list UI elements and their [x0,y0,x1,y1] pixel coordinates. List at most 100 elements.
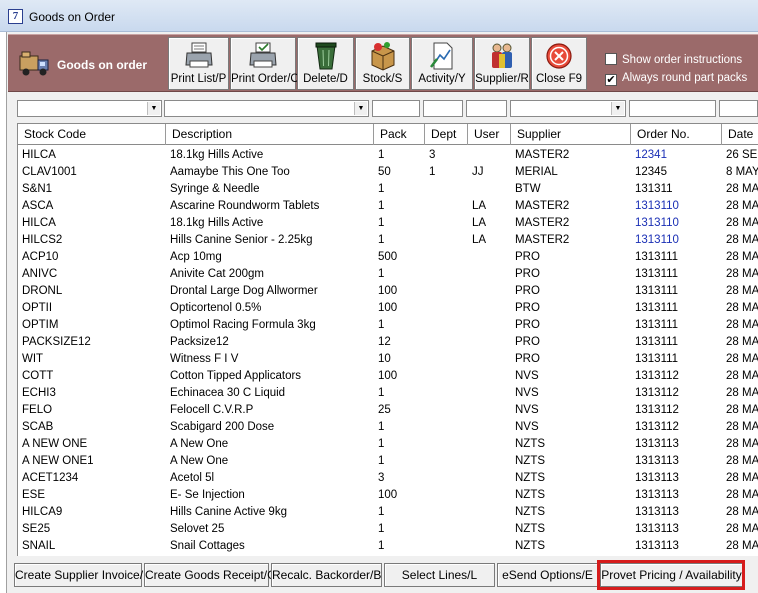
description-cell: Hills Canine Senior - 2.25kg [170,234,313,246]
supplier-cell: NVS [515,387,539,399]
table-row[interactable]: OPTII Opticortenol 0.5% 100 PRO 1313111 28 MA… [18,300,758,317]
highlight-box [597,560,745,590]
description-cell: E- Se Injection [170,489,245,501]
table-row[interactable]: CLAV1001 Aamaybe This One Too 50 1 JJ MERIAL 1… [18,164,758,181]
date-cell: 28 MAY [726,302,758,314]
table-row[interactable]: ACP10 Acp 10mg 500 PRO 1313111 28 MAY [18,249,758,266]
printer-list-icon [184,42,213,68]
table-row[interactable]: SCAB Scabigard 200 Dose 1 NVS 1313112 28 MAY [18,419,758,436]
pack-filter[interactable] [372,100,420,117]
table-row[interactable]: SNAIL Snail Cottages 1 NZTS 1313113 28 MAY [18,538,758,555]
description-cell: Felocell C.V.R.P [170,404,254,416]
date-filter[interactable] [719,100,758,117]
supplier-cell: MASTER2 [515,200,570,212]
delete-button[interactable]: Delete/D [297,37,354,90]
stock-code-cell: CLAV1001 [22,166,77,178]
user-cell [468,249,511,266]
column-header-user[interactable]: User [468,124,511,145]
description-filter[interactable]: ▼ [164,100,369,117]
table-row[interactable]: COTT Cotton Tipped Applicators 100 NVS 13131… [18,368,758,385]
title-bar: 7 Goods on Order [0,0,758,32]
table-row[interactable]: SE25 Selovet 25 1 NZTS 1313113 28 MAY [18,521,758,538]
table-row[interactable]: HILCS2 Hills Canine Senior - 2.25kg 1 LA MAS… [18,232,758,249]
table-row[interactable]: S&N1 Syringe & Needle 1 BTW 131311 28 MAY [18,181,758,198]
order-no-cell: 1313113 [635,523,679,535]
create-supplier-invoice-button[interactable]: Create Supplier Invoice/I [14,563,146,587]
table-row[interactable]: WIT Witness F I V 10 PRO 1313111 28 MAY [18,351,758,368]
dept-cell [425,402,468,419]
user-cell [468,487,511,504]
supplier-button[interactable]: Supplier/R [474,37,530,90]
description-cell: Opticortenol 0.5% [170,302,262,314]
user-filter[interactable] [466,100,507,117]
create-goods-receipt-button[interactable]: Create Goods Receipt/G [144,563,276,587]
supplier-cell: PRO [515,353,540,365]
date-cell: 28 MAY [726,336,758,348]
column-header-description[interactable]: Description [166,124,374,145]
stock-box-icon [371,42,394,71]
column-header-pack[interactable]: Pack [374,124,425,145]
column-header-dept[interactable]: Dept [425,124,468,145]
checkbox-box[interactable] [605,53,617,65]
table-row[interactable]: ASCA Ascarine Roundworm Tablets 1 LA MASTER2… [18,198,758,215]
dept-filter[interactable] [423,100,463,117]
supplier-cell: MASTER2 [515,217,570,229]
recalc-backorder-button[interactable]: Recalc. Backorder/B [271,563,382,587]
pack-cell: 1 [378,540,385,552]
pack-cell: 1 [378,183,385,195]
table-row[interactable]: ECHI3 Echinacea 30 C Liquid 1 NVS 1313112 28 … [18,385,758,402]
esend-options-button[interactable]: eSend Options/E [497,563,598,587]
table-row[interactable]: FELO Felocell C.V.R.P 25 NVS 1313112 28 MAY [18,402,758,419]
description-cell: Drontal Large Dog Allwormer [170,285,318,297]
table-row[interactable]: ACET1234 Acetol 5l 3 NZTS 1313113 28 MAY [18,470,758,487]
column-header-date[interactable]: Date [722,124,758,145]
stock-code-filter[interactable]: ▼ [17,100,162,117]
delete-label: Delete/D [303,73,348,85]
column-header-order-no[interactable]: Order No. [631,124,722,145]
date-cell: 28 MAY [726,523,758,535]
user-cell [468,436,511,453]
chevron-down-icon[interactable]: ▼ [611,102,624,115]
supplier-filter[interactable]: ▼ [510,100,626,117]
close-button[interactable]: Close F9 [531,37,587,90]
table-row[interactable]: ANIVC Anivite Cat 200gm 1 PRO 1313111 28 MAY [18,266,758,283]
table-row[interactable]: DRONL Drontal Large Dog Allwormer 100 PRO 13… [18,283,758,300]
table-row[interactable]: HILCA 18.1kg Hills Active 1 LA MASTER2 131311… [18,215,758,232]
table-row[interactable]: ESE E- Se Injection 100 NZTS 1313113 28 MAY [18,487,758,504]
chevron-down-icon[interactable]: ▼ [147,102,160,115]
supplier-cell: NVS [515,370,539,382]
printer-order-icon [249,42,277,68]
stock-code-cell: HILCA [22,149,56,161]
order-no-cell: 1313111 [635,251,679,263]
user-cell [468,521,511,538]
chevron-down-icon[interactable]: ▼ [354,102,367,115]
date-cell: 28 MAY [726,285,758,297]
dept-cell [425,283,468,300]
table-row[interactable]: PACKSIZE12 Packsize12 12 PRO 1313111 28 MAY [18,334,758,351]
checkmark-icon[interactable]: ✔ [605,74,617,86]
select-lines-button[interactable]: Select Lines/L [384,563,495,587]
column-header-stock-code[interactable]: Stock Code [18,124,166,145]
stock-button[interactable]: Stock/S [355,37,410,90]
table-row[interactable]: HILCA 18.1kg Hills Active 1 3 MASTER2 12341 26… [18,147,758,164]
always-round-part-packs-checkbox[interactable]: ✔ Always round part packs [605,72,747,86]
supplier-cell: PRO [515,302,540,314]
user-cell: JJ [472,166,484,178]
table-row[interactable]: HILCA9 Hills Canine Active 9kg 1 NZTS 131311… [18,504,758,521]
dept-cell [425,419,468,436]
pack-cell: 1 [378,421,385,433]
user-cell [468,300,511,317]
print-list-button[interactable]: Print List/P [168,37,229,90]
table-row[interactable]: OPTIM Optimol Racing Formula 3kg 1 PRO 13131… [18,317,758,334]
dept-cell [425,351,468,368]
table-row[interactable]: A NEW ONE A New One 1 NZTS 1313113 28 MAY [18,436,758,453]
print-order-button[interactable]: Print Order/O [230,37,299,90]
supplier-cell: PRO [515,268,540,280]
column-header-supplier[interactable]: Supplier [511,124,631,145]
table-row[interactable]: A NEW ONE1 A New One 1 NZTS 1313113 28 MAY [18,453,758,470]
show-order-instructions-checkbox[interactable]: Show order instructions [605,53,742,66]
activity-button[interactable]: Activity/Y [411,37,473,90]
order-no-cell: 1313111 [635,285,679,297]
order-no-filter[interactable] [629,100,716,117]
pack-cell: 3 [378,472,385,484]
